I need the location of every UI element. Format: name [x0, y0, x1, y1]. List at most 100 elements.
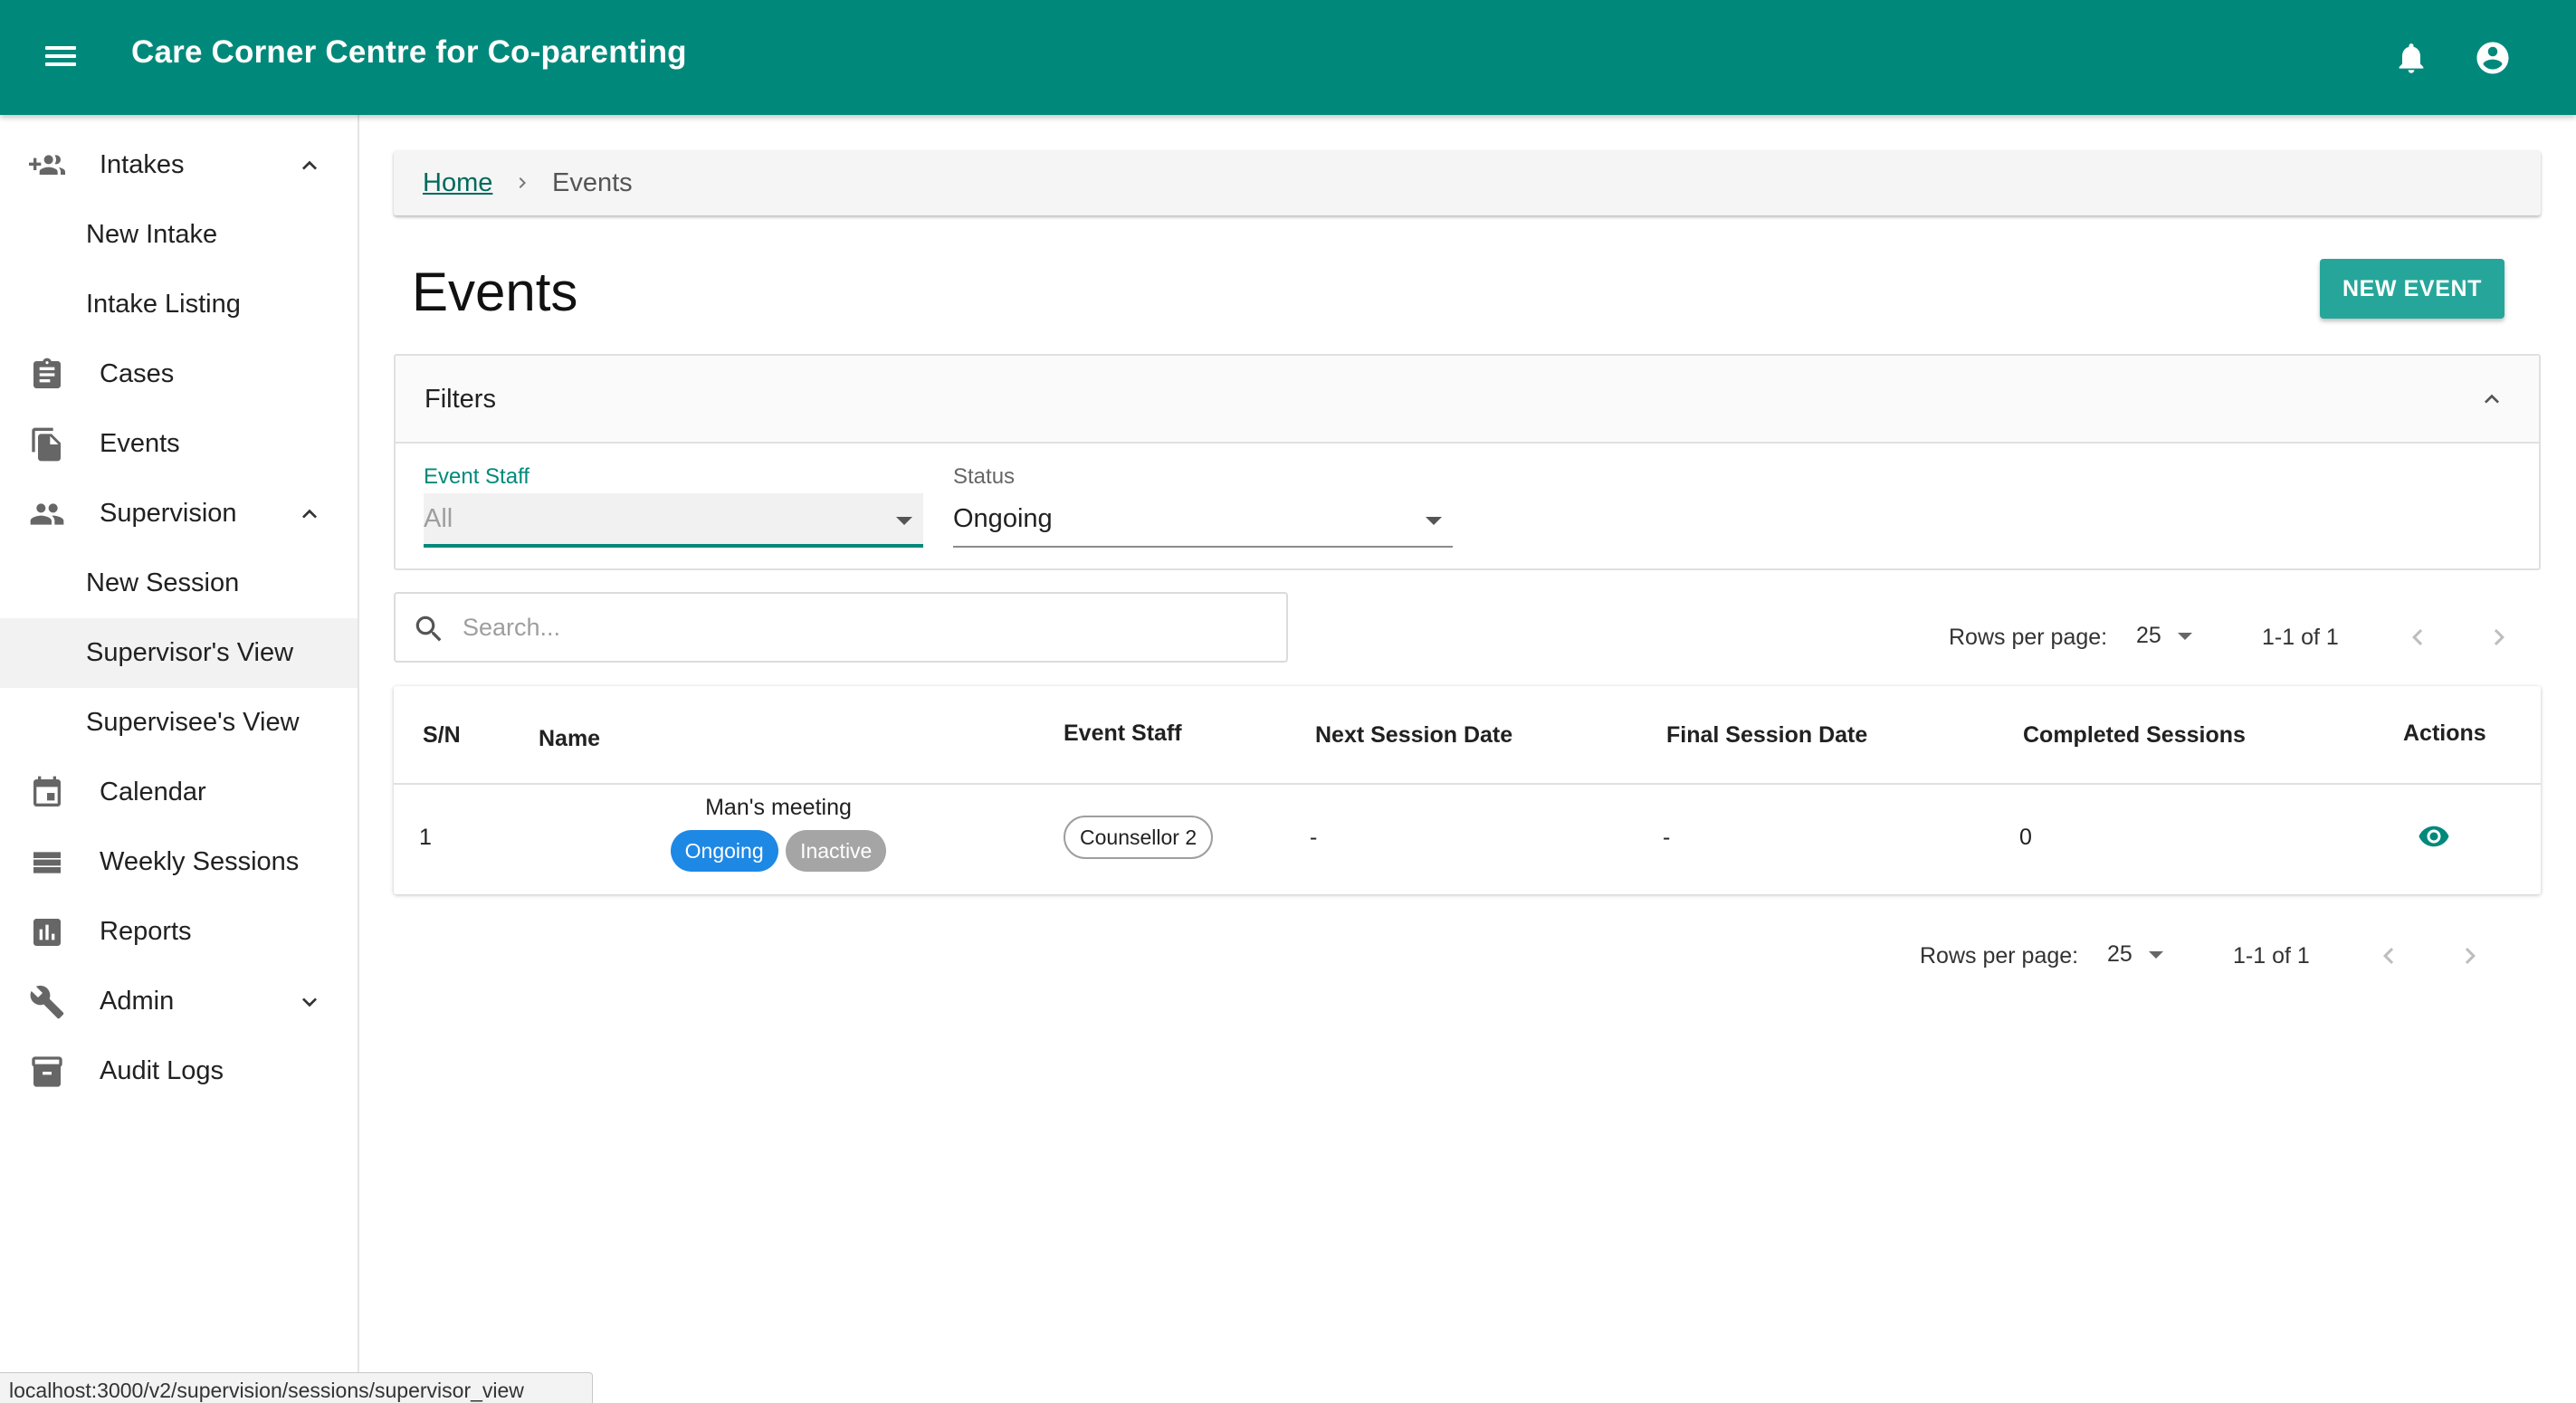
cell-final-session-date: - — [1663, 825, 1671, 850]
sidebar-item-label: New Session — [86, 568, 240, 597]
sidebar: Intakes New Intake Intake Listing Cases … — [0, 115, 359, 1403]
status-badge-ongoing: Ongoing — [670, 830, 778, 872]
sidebar-item-label: Supervision — [100, 499, 237, 528]
dropdown-caret-icon[interactable] — [2178, 633, 2192, 640]
next-page-icon[interactable] — [2454, 940, 2486, 972]
event-staff-label: Event Staff — [424, 464, 530, 489]
pagination-bottom: Rows per page: 25 1-1 of 1 — [1920, 932, 2481, 978]
sidebar-item-intakes[interactable]: Intakes — [0, 130, 358, 200]
dropdown-caret-icon — [896, 517, 912, 525]
pagination-top: Rows per page: 25 1-1 of 1 — [1949, 614, 2504, 659]
sidebar-item-label: Admin — [100, 987, 175, 1016]
event-name: Man's meeting — [705, 795, 852, 820]
column-header-sn: S/N — [423, 721, 461, 748]
sidebar-item-audit-logs[interactable]: Audit Logs — [0, 1036, 358, 1106]
header-divider — [394, 783, 2541, 785]
sidebar-item-label: Calendar — [100, 778, 206, 806]
event-staff-chip: Counsellor 2 — [1064, 816, 1214, 859]
column-header-name[interactable]: Name — [539, 690, 600, 787]
cell-next-session-date: - — [1310, 825, 1318, 850]
filters-header[interactable]: Filters — [396, 356, 2539, 444]
sidebar-item-label: Supervisor's View — [86, 638, 294, 667]
chevron-right-icon — [519, 177, 526, 188]
prev-page-icon[interactable] — [2401, 621, 2434, 654]
sidebar-item-label: Intakes — [100, 150, 185, 179]
file-copy-icon — [32, 427, 61, 461]
status-value: Ongoing — [953, 504, 1053, 533]
wrench-icon — [30, 985, 64, 1018]
breadcrumb-current: Events — [552, 167, 633, 197]
archive-icon — [32, 1055, 62, 1087]
chevron-up-icon — [302, 160, 317, 170]
eye-icon[interactable] — [2414, 820, 2454, 853]
dropdown-caret-icon[interactable] — [2149, 951, 2163, 959]
sidebar-item-label: Supervisee's View — [86, 708, 300, 737]
sidebar-item-intake-listing[interactable]: Intake Listing — [0, 270, 358, 339]
sidebar-item-label: Intake Listing — [86, 290, 241, 319]
column-header-next-session-date[interactable]: Next Session Date — [1315, 686, 1512, 784]
app-bar: Care Corner Centre for Co-parenting — [0, 0, 2576, 115]
search-icon — [415, 616, 442, 642]
browser-status-url: localhost:3000/v2/supervision/sessions/s… — [0, 1372, 593, 1403]
column-header-final-session-date[interactable]: Final Session Date — [1666, 686, 1867, 784]
sidebar-item-supervisors-view[interactable]: Supervisor's View — [0, 618, 358, 688]
sidebar-item-new-intake[interactable]: New Intake — [0, 200, 358, 270]
sidebar-item-label: Cases — [100, 359, 175, 388]
column-header-event-staff: Event Staff — [1064, 720, 1182, 746]
calendar-icon — [33, 776, 61, 806]
pagination-range: 1-1 of 1 — [2233, 943, 2310, 969]
next-page-icon[interactable] — [2483, 621, 2515, 654]
menu-icon[interactable] — [42, 42, 81, 74]
filters-title: Filters — [425, 385, 496, 414]
sidebar-item-label: Audit Logs — [100, 1056, 224, 1085]
sidebar-item-events[interactable]: Events — [0, 409, 358, 479]
people-icon — [30, 502, 64, 525]
breadcrumb-home-link[interactable]: Home — [423, 168, 492, 198]
rows-per-page-select[interactable]: 25 — [2107, 941, 2132, 968]
page-title: Events — [412, 262, 578, 322]
event-staff-select[interactable]: All — [424, 493, 923, 548]
sidebar-item-label: Weekly Sessions — [100, 847, 300, 876]
add-group-icon — [29, 154, 65, 175]
new-event-button[interactable]: NEW EVENT — [2320, 259, 2504, 319]
cell-name: Man's meeting Ongoing Inactive — [656, 795, 901, 872]
search-input[interactable] — [463, 606, 1259, 648]
cell-sn: 1 — [419, 825, 432, 850]
clipboard-icon — [33, 358, 61, 388]
chevron-up-icon — [2485, 394, 2499, 404]
sidebar-item-label: Reports — [100, 917, 192, 946]
prev-page-icon[interactable] — [2372, 940, 2405, 972]
chevron-down-icon — [302, 997, 317, 1007]
rows-per-page-select[interactable]: 25 — [2136, 623, 2161, 649]
event-staff-value: All — [424, 504, 453, 533]
cell-completed-sessions: 0 — [2019, 825, 2032, 850]
column-header-completed-sessions[interactable]: Completed Sessions — [2023, 686, 2246, 784]
search-box — [394, 592, 1288, 663]
dropdown-caret-icon — [1426, 517, 1442, 525]
filters-panel: Filters Event Staff All Status Ongoing — [394, 354, 2541, 570]
status-badge-inactive: Inactive — [786, 830, 887, 872]
rows-per-page-label: Rows per page: — [1920, 943, 2079, 969]
sidebar-item-reports[interactable]: Reports — [0, 897, 358, 967]
sidebar-item-cases[interactable]: Cases — [0, 339, 358, 409]
events-table: S/N Name Event Staff Next Session Date F… — [394, 686, 2541, 894]
sidebar-item-supervision[interactable]: Supervision — [0, 479, 358, 549]
sidebar-item-calendar[interactable]: Calendar — [0, 758, 358, 827]
sidebar-item-new-session[interactable]: New Session — [0, 549, 358, 618]
notifications-icon[interactable] — [2393, 40, 2429, 76]
sidebar-item-admin[interactable]: Admin — [0, 967, 358, 1036]
app-title: Care Corner Centre for Co-parenting — [131, 34, 687, 70]
account-icon[interactable] — [2474, 39, 2512, 77]
sidebar-item-label: Events — [100, 429, 180, 458]
view-list-icon — [33, 851, 61, 873]
rows-per-page-label: Rows per page: — [1949, 625, 2108, 650]
sidebar-item-weekly-sessions[interactable]: Weekly Sessions — [0, 827, 358, 897]
pagination-range: 1-1 of 1 — [2262, 625, 2339, 650]
breadcrumb: Home Events — [394, 150, 2541, 215]
bar-chart-icon — [33, 918, 61, 946]
column-header-actions: Actions — [2403, 720, 2486, 746]
status-label: Status — [953, 464, 1016, 489]
status-select[interactable]: Ongoing — [953, 493, 1453, 548]
chevron-up-icon — [302, 509, 317, 519]
sidebar-item-supervisees-view[interactable]: Supervisee's View — [0, 688, 358, 758]
